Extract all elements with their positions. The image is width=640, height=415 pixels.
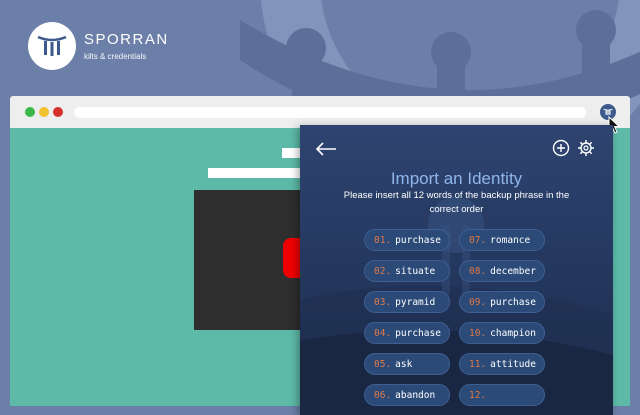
word-value: attitude <box>490 358 536 370</box>
word-number: 01. <box>374 234 392 246</box>
word-value: december <box>490 265 536 277</box>
phrase-word-field[interactable]: 08. december <box>459 260 545 282</box>
phrase-word-field[interactable]: 03. pyramid <box>364 291 450 313</box>
phrase-word-field[interactable]: 04. purchase <box>364 322 450 344</box>
phrase-word-field[interactable]: 09. purchase <box>459 291 545 313</box>
word-number: 07. <box>469 234 487 246</box>
phrase-word-field[interactable]: 05. ask <box>364 353 450 375</box>
popup-subtitle: Please insert all 12 words of the backup… <box>343 190 570 215</box>
phrase-word-field[interactable]: 07. romance <box>459 229 545 251</box>
word-number: 09. <box>469 296 487 308</box>
word-number: 03. <box>374 296 392 308</box>
popup-title: Import an Identity <box>390 169 523 188</box>
word-number: 05. <box>374 358 392 370</box>
word-value: romance <box>490 234 531 246</box>
word-value: abandon <box>395 389 436 401</box>
phrase-word-field[interactable]: 02. situate <box>364 260 450 282</box>
window-minimize-button[interactable] <box>39 107 49 117</box>
phrase-word-field[interactable]: 12. <box>459 384 545 406</box>
brand-name: SPORRAN <box>84 30 169 48</box>
word-value: situate <box>395 265 436 277</box>
import-identity-popup: Import an Identity Please insert all 12 … <box>300 125 613 415</box>
phrase-word-field[interactable]: 10. champion <box>459 322 545 344</box>
word-value: pyramid <box>395 296 436 308</box>
window-close-button[interactable] <box>53 107 63 117</box>
window-maximize-button[interactable] <box>25 107 35 117</box>
word-value: purchase <box>395 327 441 339</box>
word-number: 04. <box>374 327 392 339</box>
word-value: purchase <box>395 234 441 246</box>
word-value: ask <box>395 358 413 370</box>
address-bar[interactable] <box>74 107 586 118</box>
word-number: 10. <box>469 327 487 339</box>
word-value: champion <box>490 327 536 339</box>
back-arrow-icon[interactable] <box>314 139 338 159</box>
phrase-word-field[interactable]: 01. purchase <box>364 229 450 251</box>
phrase-word-field[interactable]: 11. attitude <box>459 353 545 375</box>
word-number: 08. <box>469 265 487 277</box>
word-value: purchase <box>490 296 536 308</box>
word-number: 06. <box>374 389 392 401</box>
word-number: 02. <box>374 265 392 277</box>
plus-circle-icon[interactable] <box>552 139 570 157</box>
word-number: 11. <box>469 358 487 370</box>
sporran-logo-icon <box>28 22 76 70</box>
word-number: 12. <box>469 389 487 401</box>
phrase-word-field[interactable]: 06. abandon <box>364 384 450 406</box>
brand-tagline: kilts & credentials <box>84 51 147 61</box>
browser-toolbar <box>10 96 630 134</box>
brand: SPORRAN kilts & credentials <box>28 22 169 70</box>
gear-icon[interactable] <box>577 139 595 157</box>
